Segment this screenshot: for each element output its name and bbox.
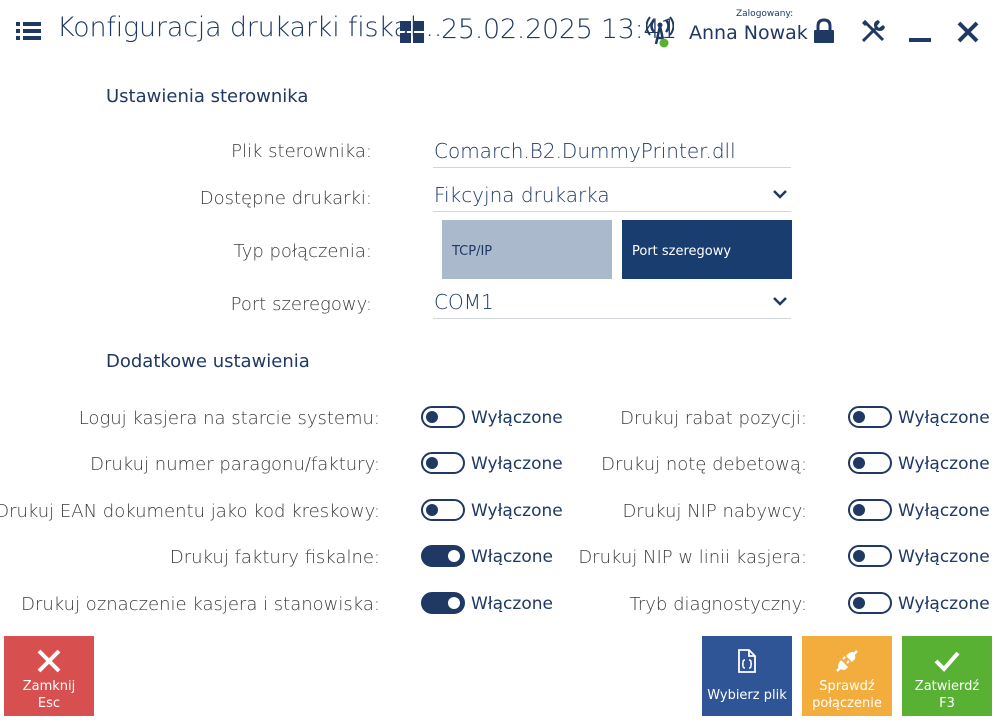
toggle-switch[interactable] xyxy=(421,592,465,614)
toggle-switch[interactable] xyxy=(848,406,892,428)
close-button-label: Zamknij xyxy=(22,679,76,694)
setting-label: Drukuj EAN dokumentu jako kod kreskowy: xyxy=(0,501,380,522)
setting-label: Drukuj numer paragonu/faktury: xyxy=(90,454,380,475)
printers-label: Dostępne drukarki: xyxy=(199,188,372,209)
connection-type-label: Typ połączenia: xyxy=(233,241,373,262)
check-connection-label-2: połączenie xyxy=(812,696,882,711)
windows-grid-icon[interactable] xyxy=(400,21,424,43)
confirm-button[interactable]: Zatwierdź F3 xyxy=(902,636,992,716)
toggle-state: Wyłączone xyxy=(471,501,563,521)
setting-label: Loguj kasjera na starcie systemu: xyxy=(78,408,380,429)
serial-port-select[interactable]: COM1 xyxy=(433,289,791,319)
confirm-button-shortcut: F3 xyxy=(939,696,955,711)
toggle-state: Włączone xyxy=(471,547,553,567)
toggle-state: Włączone xyxy=(471,594,553,614)
close-button-shortcut: Esc xyxy=(37,696,61,711)
x-icon xyxy=(37,649,61,673)
toggle-state: Wyłączone xyxy=(471,408,563,428)
toggle-switch[interactable] xyxy=(421,499,465,521)
chevron-down-icon xyxy=(773,190,787,199)
setting-label: Drukuj notę debetową: xyxy=(601,454,807,475)
driver-file-value: Comarch.B2.DummyPrinter.dll xyxy=(434,139,736,163)
lock-icon[interactable] xyxy=(812,18,836,44)
segment-tcpip[interactable]: TCP/IP xyxy=(442,220,612,279)
toggle-state: Wyłączone xyxy=(898,547,990,567)
tools-icon[interactable] xyxy=(860,18,886,44)
chevron-down-icon xyxy=(773,297,787,306)
minimize-icon[interactable] xyxy=(908,20,932,44)
plug-check-icon xyxy=(836,650,858,672)
serial-port-label: Port szeregowy: xyxy=(230,294,372,315)
check-connection-button[interactable]: Sprawdź połączenie xyxy=(802,636,892,716)
toggle-switch[interactable] xyxy=(848,452,892,474)
setting-label: Drukuj NIP nabywcy: xyxy=(622,501,807,522)
printers-value: Fikcyjna drukarka xyxy=(434,183,610,207)
segment-serial-port[interactable]: Port szeregowy xyxy=(622,220,792,279)
printers-select[interactable]: Fikcyjna drukarka xyxy=(433,182,791,212)
header-datetime: 25.02.2025 13:41 xyxy=(441,14,678,45)
section-title-additional: Dodatkowe ustawienia xyxy=(106,351,310,372)
toggle-switch[interactable] xyxy=(848,499,892,521)
user-name: Anna Nowak xyxy=(689,22,808,44)
setting-label: Drukuj NIP w linii kasjera: xyxy=(578,547,807,568)
toggle-state: Wyłączone xyxy=(898,454,990,474)
toggle-state: Wyłączone xyxy=(898,408,990,428)
toggle-switch[interactable] xyxy=(421,406,465,428)
antenna-icon xyxy=(646,16,674,48)
toggle-switch[interactable] xyxy=(421,545,465,567)
setting-label: Drukuj faktury fiskalne: xyxy=(169,547,380,568)
toggle-switch[interactable] xyxy=(421,452,465,474)
setting-label: Drukuj oznaczenie kasjera i stanowiska: xyxy=(21,594,380,615)
choose-file-label: Wybierz plik xyxy=(707,688,787,703)
page-title: Konfiguracja drukarki fiskal... xyxy=(57,12,443,43)
check-connection-label-1: Sprawdź xyxy=(819,679,875,694)
driver-file-label: Plik sterownika: xyxy=(231,141,372,162)
confirm-button-label: Zatwierdź xyxy=(914,679,980,694)
toggle-state: Wyłączone xyxy=(898,501,990,521)
setting-label: Drukuj rabat pozycji: xyxy=(620,408,807,429)
logged-in-label: Zalogowany: xyxy=(736,9,794,19)
app-header: Konfiguracja drukarki fiskal... 25.02.20… xyxy=(0,0,995,64)
toggle-state: Wyłączone xyxy=(898,594,990,614)
section-title-driver: Ustawienia sterownika xyxy=(106,86,309,107)
toggle-switch[interactable] xyxy=(848,592,892,614)
driver-file-field[interactable]: Comarch.B2.DummyPrinter.dll xyxy=(433,138,791,168)
check-icon xyxy=(934,651,960,672)
close-icon[interactable] xyxy=(956,20,980,44)
toggle-switch[interactable] xyxy=(848,545,892,567)
serial-port-value: COM1 xyxy=(434,290,494,314)
close-button[interactable]: Zamknij Esc xyxy=(4,636,94,716)
file-code-icon xyxy=(738,649,756,673)
setting-label: Tryb diagnostyczny: xyxy=(629,594,807,615)
choose-file-button[interactable]: Wybierz plik xyxy=(702,636,792,716)
toggle-state: Wyłączone xyxy=(471,454,563,474)
list-menu-icon[interactable] xyxy=(16,20,42,42)
